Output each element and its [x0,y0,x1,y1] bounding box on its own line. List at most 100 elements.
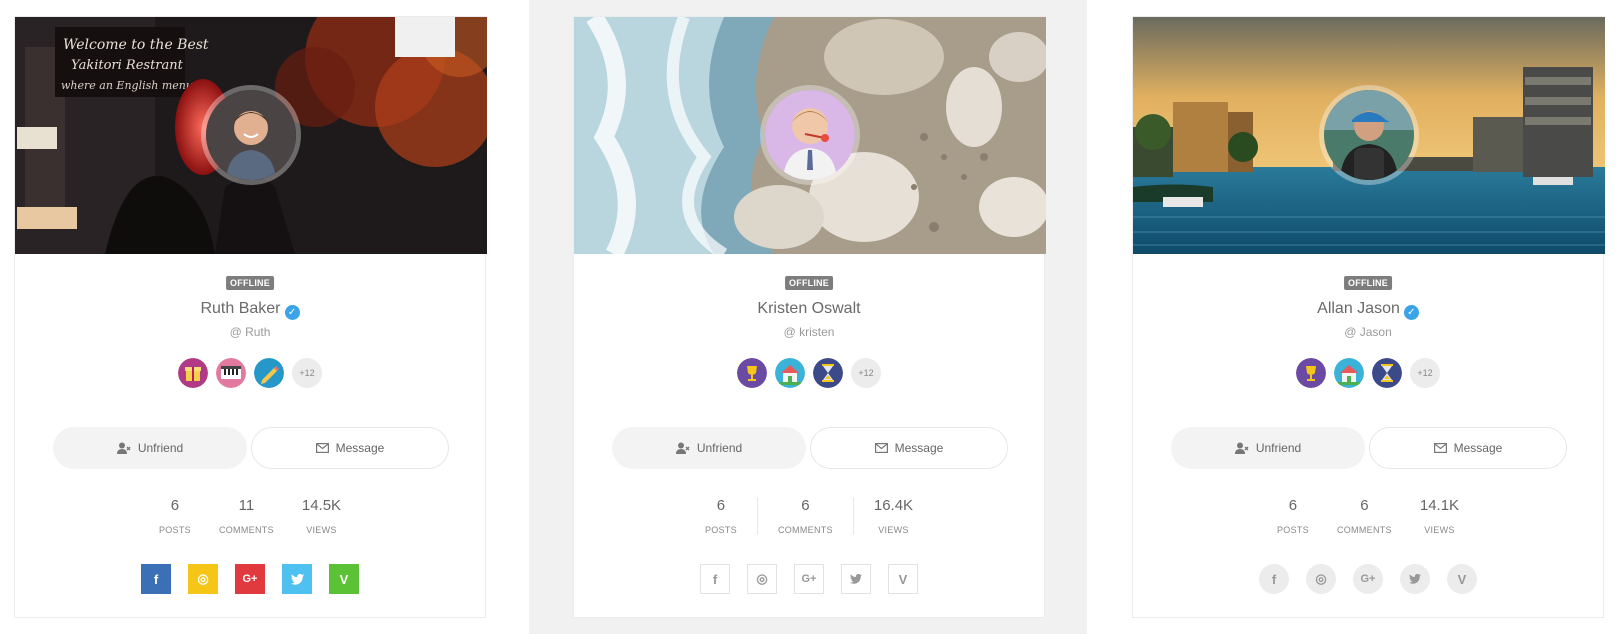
twitter-icon[interactable] [282,564,312,594]
house-badge-icon[interactable] [1334,358,1364,388]
profile-handle: @ Ruth [229,325,271,339]
stat-value: 14.1K [1419,497,1460,514]
message-label: Message [1453,441,1503,455]
profile-card: OFFLINE Allan Jason ✓ @ Jason +12 Unfrien… [1132,16,1605,618]
more-badges-count[interactable]: +12 [292,358,322,388]
stat-label: POSTS [1276,525,1309,535]
stat-label: COMMENTS [1336,525,1392,535]
instagram-icon[interactable]: ◎ [747,564,777,594]
instagram-icon[interactable]: ◎ [1306,564,1336,594]
unfriend-button[interactable]: Unfriend [53,427,247,469]
profile-name-text: Allan Jason [1317,300,1400,317]
unfriend-label: Unfriend [137,441,184,455]
profile-name-text: Ruth Baker [200,300,281,317]
facebook-icon[interactable]: f [700,564,730,594]
stat-value: 14.5K [301,497,342,514]
stat-posts: 6 POSTS [685,497,757,535]
social-links: f ◎ G+ V [574,564,1044,594]
profile-name: Allan Jason ✓ [1133,300,1603,320]
stat-value: 6 [716,497,726,514]
stat-label: VIEWS [878,525,909,535]
stat-label: COMMENTS [777,525,833,535]
status-badge: OFFLINE [226,276,274,290]
svg-text:Yakitori Restrant: Yakitori Restrant [71,58,184,73]
profile-stats: 6 POSTS 11 COMMENTS 14.5K VIEWS [15,497,485,535]
pencil-badge-icon[interactable] [254,358,284,388]
status-badge: OFFLINE [1344,276,1392,290]
profile-card: OFFLINE Kristen Oswalt @ kristen +12 Unf… [573,16,1046,618]
profile-handle: @ Jason [1344,325,1392,339]
more-badges-count[interactable]: +12 [851,358,881,388]
cover-photo [574,17,1046,254]
avatar[interactable] [760,85,860,185]
profile-name: Kristen Oswalt [757,300,861,317]
stat-label: VIEWS [306,525,337,535]
twitter-icon[interactable] [1400,564,1430,594]
envelope-icon [874,443,888,453]
google-plus-icon[interactable]: G+ [794,564,824,594]
message-label: Message [894,441,944,455]
hourglass-badge-icon[interactable] [813,358,843,388]
achievement-badges: +12 [574,358,1044,388]
stat-label: POSTS [704,525,737,535]
stat-value: 6 [1288,497,1298,514]
message-label: Message [335,441,385,455]
message-button[interactable]: Message [1369,427,1567,469]
hourglass-badge-icon[interactable] [1372,358,1402,388]
trophy-badge-icon[interactable] [1296,358,1326,388]
stat-posts: 6 POSTS [145,497,205,535]
achievement-badges: +12 [1133,358,1603,388]
profile-name: Ruth Baker ✓ [15,300,485,320]
stat-views: 14.1K VIEWS [1406,497,1473,535]
twitter-icon[interactable] [841,564,871,594]
achievement-badges: +12 [15,358,485,388]
user-remove-icon [116,442,131,454]
google-plus-icon[interactable]: G+ [1353,564,1383,594]
vine-icon[interactable]: V [888,564,918,594]
envelope-icon [1433,443,1447,453]
facebook-icon[interactable]: f [141,564,171,594]
google-plus-icon[interactable]: G+ [235,564,265,594]
stat-views: 14.5K VIEWS [288,497,355,535]
envelope-icon [315,443,329,453]
vine-icon[interactable]: V [329,564,359,594]
stat-label: POSTS [158,525,191,535]
stat-posts: 6 POSTS [1263,497,1323,535]
facebook-icon[interactable]: f [1259,564,1289,594]
status-badge: OFFLINE [785,276,833,290]
more-badges-count[interactable]: +12 [1410,358,1440,388]
trophy-badge-icon[interactable] [737,358,767,388]
house-badge-icon[interactable] [775,358,805,388]
unfriend-label: Unfriend [1255,441,1302,455]
stat-comments: 6 COMMENTS [1323,497,1406,535]
cover-photo [1133,17,1605,254]
stat-value: 6 [1360,497,1369,514]
unfriend-button[interactable]: Unfriend [612,427,806,469]
user-remove-icon [675,442,690,454]
verified-check-icon: ✓ [284,305,300,320]
gift-badge-icon[interactable] [178,358,208,388]
unfriend-button[interactable]: Unfriend [1171,427,1365,469]
avatar[interactable] [201,85,301,185]
stat-views: 16.4K VIEWS [852,497,933,535]
stat-value: 16.4K [873,497,914,514]
vine-icon[interactable]: V [1447,564,1477,594]
stat-comments: 6 COMMENTS [756,497,853,535]
stat-value: 6 [170,497,180,514]
avatar[interactable] [1319,85,1419,185]
verified-check-icon: ✓ [1403,305,1419,320]
profile-handle: @ kristen [783,325,835,339]
stat-value: 6 [801,497,810,514]
social-links: f ◎ G+ V [15,564,485,594]
svg-text:Welcome to the Best: Welcome to the Best [63,37,209,53]
piano-badge-icon[interactable] [216,358,246,388]
profile-stats: 6 POSTS 6 COMMENTS 16.4K VIEWS [574,497,1044,535]
instagram-icon[interactable]: ◎ [188,564,218,594]
user-remove-icon [1234,442,1249,454]
message-button[interactable]: Message [251,427,449,469]
social-links: f ◎ G+ V [1133,564,1603,594]
stat-label: VIEWS [1424,525,1455,535]
stat-comments: 11 COMMENTS [205,497,288,535]
stat-value: 11 [238,497,255,514]
message-button[interactable]: Message [810,427,1008,469]
